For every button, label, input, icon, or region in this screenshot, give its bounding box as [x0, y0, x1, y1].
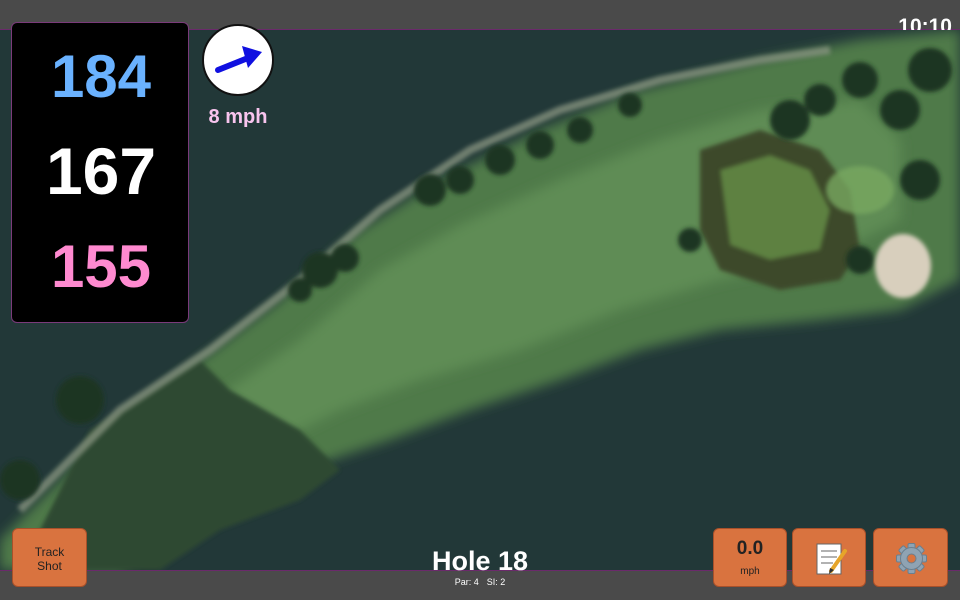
- gear-icon: [896, 543, 927, 574]
- scorecard-button[interactable]: [792, 528, 866, 587]
- arrow-up-right-icon: [215, 46, 262, 73]
- hole-title: Hole 18: [431, 546, 529, 576]
- speed-value: 0.0: [736, 538, 764, 559]
- hole-si: SI: 2: [486, 577, 506, 587]
- speed-button[interactable]: 0.0 mph: [713, 528, 787, 587]
- back-yardage: 184: [50, 43, 152, 110]
- front-yardage: 155: [50, 233, 152, 300]
- track-shot-label-line1: Track: [34, 545, 65, 559]
- speed-unit: mph: [740, 566, 760, 577]
- settings-button[interactable]: [873, 528, 948, 587]
- hole-meta: Par: 4 SI: 2: [380, 577, 580, 587]
- track-shot-button[interactable]: Track Shot: [12, 528, 87, 587]
- middle-yardage: 167: [45, 134, 157, 208]
- wind-direction-dial: [202, 24, 274, 96]
- memo-icon: [816, 543, 847, 575]
- hole-par: Par: 4: [454, 577, 479, 587]
- wind-speed: 8 mph: [208, 106, 268, 128]
- track-shot-label-line2: Shot: [37, 559, 62, 573]
- yardage-panel: 184 167 155: [11, 22, 189, 323]
